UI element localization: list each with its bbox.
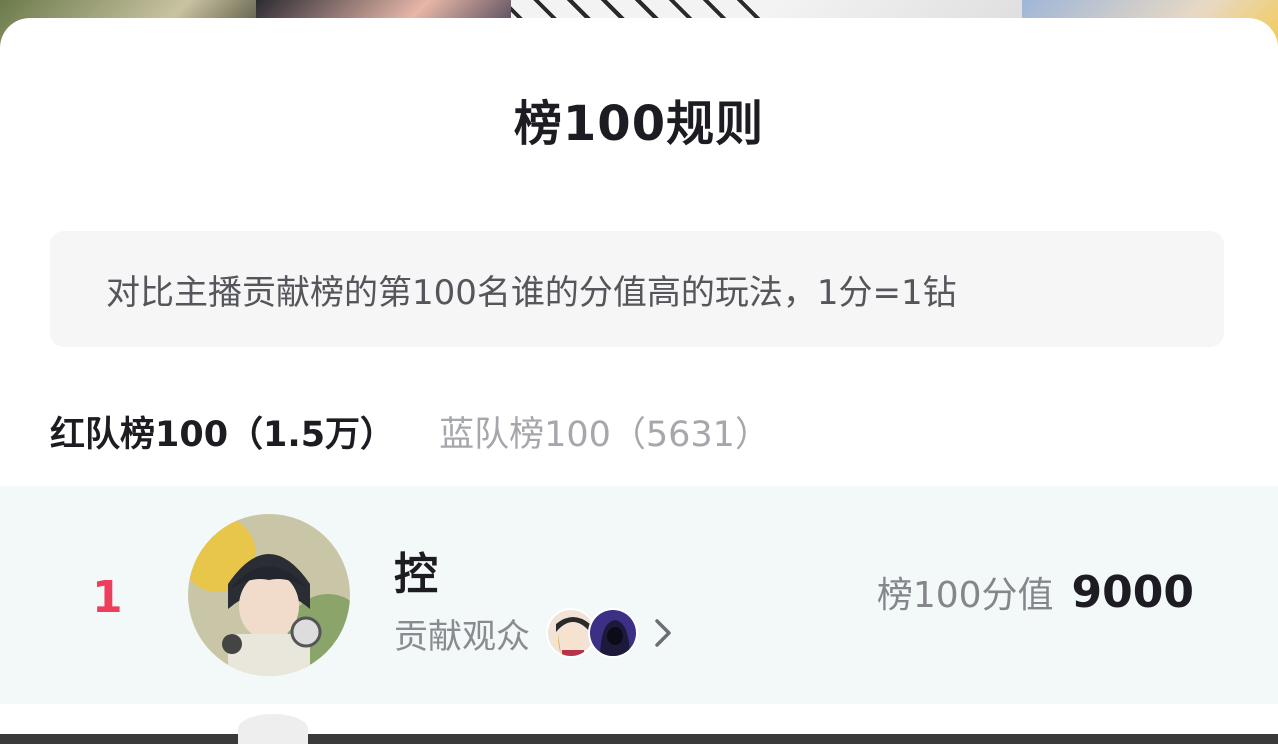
contributing-audience[interactable]: 贡献观众 — [394, 606, 678, 660]
audience-label: 贡献观众 — [394, 616, 530, 657]
rules-description: 对比主播贡献榜的第100名谁的分值高的玩法，1分=1钻 — [106, 272, 957, 313]
team-tabs: 红队榜100（1.5万） 蓝队榜100（5631） — [50, 406, 770, 456]
score-label: 榜100分值 — [876, 575, 1054, 616]
ranking-row[interactable]: 1 控 贡献观众 榜100分值 9000 — [0, 486, 1278, 704]
user-name: 控 — [394, 549, 438, 600]
chevron-right-icon — [655, 619, 671, 647]
rules-bottom-sheet: 榜100规则 对比主播贡献榜的第100名谁的分值高的玩法，1分=1钻 红队榜10… — [0, 18, 1278, 734]
avatar[interactable] — [188, 514, 350, 676]
audience-avatar — [588, 608, 638, 658]
score-display: 榜100分值 9000 — [877, 566, 1194, 618]
tab-blue-team[interactable]: 蓝队榜100（5631） — [439, 406, 770, 457]
tab-red-team[interactable]: 红队榜100（1.5万） — [50, 406, 395, 457]
rank-number: 1 — [92, 572, 123, 623]
score-value: 9000 — [1071, 567, 1194, 618]
sheet-title: 榜100规则 — [513, 96, 765, 152]
next-row-avatar-peek — [238, 714, 308, 744]
rules-description-box: 对比主播贡献榜的第100名谁的分值高的玩法，1分=1钻 — [50, 231, 1224, 347]
